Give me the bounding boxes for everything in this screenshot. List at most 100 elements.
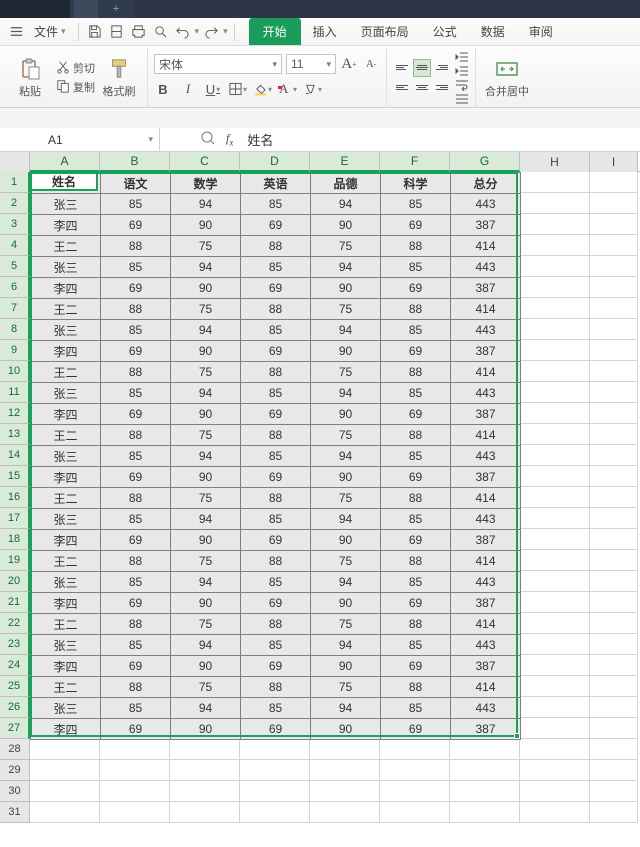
table-cell[interactable]: 88 [241,551,311,572]
row-header[interactable]: 12 [0,403,30,424]
table-cell[interactable]: 88 [381,677,451,698]
table-cell[interactable]: 85 [101,635,171,656]
table-cell[interactable]: 69 [241,719,311,740]
undo-icon[interactable] [173,22,193,42]
table-cell[interactable]: 85 [241,509,311,530]
row-header[interactable]: 3 [0,214,30,235]
table-cell[interactable]: 69 [381,215,451,236]
table-cell[interactable]: 88 [381,425,451,446]
table-cell[interactable]: 90 [311,215,381,236]
undo-dropdown[interactable]: ▾ [195,26,200,37]
table-cell[interactable]: 94 [171,572,241,593]
table-cell[interactable]: 张三 [31,698,101,719]
table-cell[interactable]: 94 [171,320,241,341]
table-cell[interactable]: 90 [171,278,241,299]
table-header-cell[interactable]: 品德 [311,173,381,194]
row-header[interactable]: 1 [0,172,30,193]
table-cell[interactable]: 88 [381,614,451,635]
table-cell[interactable]: 李四 [31,404,101,425]
table-cell[interactable]: 85 [381,257,451,278]
table-cell[interactable]: 443 [451,509,521,530]
table-cell[interactable]: 414 [451,551,521,572]
row-header[interactable]: 14 [0,445,30,466]
table-cell[interactable]: 85 [101,698,171,719]
table-cell[interactable]: 75 [171,236,241,257]
table-cell[interactable]: 85 [381,635,451,656]
table-cell[interactable]: 85 [241,194,311,215]
italic-button[interactable]: I [179,80,197,98]
row-header[interactable]: 27 [0,718,30,739]
table-cell[interactable]: 387 [451,656,521,677]
table-cell[interactable]: 443 [451,446,521,467]
table-cell[interactable]: 85 [101,257,171,278]
table-cell[interactable]: 69 [101,719,171,740]
table-cell[interactable]: 88 [241,236,311,257]
table-cell[interactable]: 90 [311,467,381,488]
table-header-cell[interactable]: 姓名 [31,173,101,194]
table-cell[interactable]: 李四 [31,593,101,614]
table-header-cell[interactable]: 英语 [241,173,311,194]
table-cell[interactable]: 张三 [31,446,101,467]
underline-button[interactable]: U▾ [204,80,222,98]
table-cell[interactable]: 443 [451,320,521,341]
table-cell[interactable]: 90 [171,593,241,614]
row-header[interactable]: 16 [0,487,30,508]
redo-icon[interactable] [201,22,221,42]
table-cell[interactable]: 王二 [31,677,101,698]
table-cell[interactable]: 王二 [31,488,101,509]
name-box[interactable]: A1 ▾ [0,128,160,152]
table-cell[interactable]: 75 [311,614,381,635]
table-cell[interactable]: 85 [101,320,171,341]
table-cell[interactable]: 张三 [31,257,101,278]
table-cell[interactable]: 69 [381,404,451,425]
row-header[interactable]: 10 [0,361,30,382]
table-header-cell[interactable]: 数学 [171,173,241,194]
clear-format-button[interactable]: ▾ [304,80,322,98]
table-cell[interactable]: 王二 [31,614,101,635]
table-cell[interactable]: 王二 [31,362,101,383]
bold-button[interactable]: B [154,80,172,98]
row-header[interactable]: 20 [0,571,30,592]
table-cell[interactable]: 443 [451,257,521,278]
table-cell[interactable]: 90 [171,530,241,551]
table-cell[interactable]: 75 [311,551,381,572]
table-cell[interactable]: 75 [311,677,381,698]
table-cell[interactable]: 90 [311,656,381,677]
table-cell[interactable]: 443 [451,698,521,719]
table-cell[interactable]: 69 [381,530,451,551]
select-all-corner[interactable] [0,152,30,172]
increase-font-button[interactable]: A+ [340,55,358,73]
tab-data[interactable]: 数据 [469,19,517,44]
table-cell[interactable]: 414 [451,614,521,635]
table-cell[interactable]: 94 [311,320,381,341]
row-header[interactable]: 24 [0,655,30,676]
table-cell[interactable]: 88 [241,299,311,320]
table-cell[interactable]: 85 [101,446,171,467]
table-cell[interactable]: 94 [171,383,241,404]
table-cell[interactable]: 张三 [31,572,101,593]
column-header[interactable]: G [450,152,520,172]
table-cell[interactable]: 李四 [31,467,101,488]
expand-icon[interactable] [200,130,216,149]
row-header[interactable]: 15 [0,466,30,487]
table-cell[interactable]: 85 [101,509,171,530]
table-cell[interactable]: 张三 [31,383,101,404]
table-cell[interactable]: 88 [381,551,451,572]
row-header[interactable]: 8 [0,319,30,340]
table-cell[interactable]: 90 [311,341,381,362]
table-cell[interactable]: 88 [381,488,451,509]
column-header[interactable]: C [170,152,240,172]
table-cell[interactable]: 88 [101,425,171,446]
print-preview-icon[interactable] [107,22,127,42]
align-middle-button[interactable] [413,59,431,77]
table-cell[interactable]: 94 [171,257,241,278]
copy-button[interactable]: 复制 [54,78,97,96]
table-cell[interactable]: 90 [311,404,381,425]
table-cell[interactable]: 88 [101,236,171,257]
orientation-button[interactable] [455,93,469,105]
table-cell[interactable]: 75 [311,425,381,446]
border-button[interactable]: ▾ [229,80,247,98]
row-header[interactable]: 25 [0,676,30,697]
table-cell[interactable]: 69 [241,278,311,299]
table-cell[interactable]: 69 [381,467,451,488]
